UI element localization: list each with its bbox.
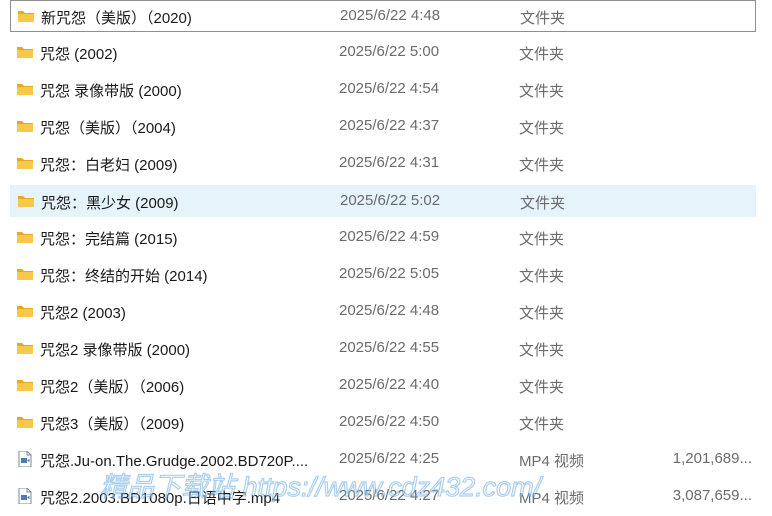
- file-date: 2025/6/22 4:48: [339, 302, 440, 319]
- file-date: 2025/6/22 5:05: [339, 265, 440, 282]
- file-name: 咒怨：终结的开始 (2014): [40, 268, 208, 285]
- file-type: 文件夹: [519, 46, 565, 63]
- folder-icon: [16, 303, 34, 319]
- file-name: 新咒怨（美版）（2020): [41, 10, 192, 27]
- file-date: 2025/6/22 4:55: [339, 339, 440, 356]
- folder-icon: [16, 44, 34, 60]
- file-date: 2025/6/22 4:37: [339, 117, 440, 134]
- file-row[interactable]: 咒怨 (2002) 2025/6/22 5:00 文件夹: [10, 37, 756, 69]
- file-date: 2025/6/22 4:48: [340, 7, 441, 24]
- file-name: 咒怨2（美版）（2006): [40, 379, 185, 396]
- file-name: 咒怨2 (2003): [40, 305, 126, 322]
- folder-icon: [16, 340, 34, 356]
- file-row[interactable]: 咒怨2 (2003) 2025/6/22 4:48 文件夹: [10, 296, 756, 328]
- folder-icon: [16, 81, 34, 97]
- video-file-icon: [16, 450, 34, 468]
- file-row[interactable]: 咒怨：黑少女 (2009) 2025/6/22 5:02 文件夹: [10, 185, 756, 217]
- file-row[interactable]: 咒怨（美版）（2004) 2025/6/22 4:37 文件夹: [10, 111, 756, 143]
- file-type: 文件夹: [519, 157, 565, 174]
- file-date: 2025/6/22 5:02: [340, 192, 441, 209]
- file-row[interactable]: 咒怨 录像带版 (2000) 2025/6/22 4:54 文件夹: [10, 74, 756, 106]
- file-row[interactable]: 新咒怨（美版）（2020) 2025/6/22 4:48 文件夹: [10, 0, 756, 32]
- file-date: 2025/6/22 4:59: [339, 228, 440, 245]
- file-type: 文件夹: [519, 120, 565, 137]
- file-row[interactable]: 咒怨2（美版）（2006) 2025/6/22 4:40 文件夹: [10, 370, 756, 402]
- file-row[interactable]: 咒怨：白老妇 (2009) 2025/6/22 4:31 文件夹: [10, 148, 756, 180]
- file-name: 咒怨（美版）（2004): [40, 120, 176, 137]
- file-type: MP4 视频: [519, 453, 585, 470]
- file-date: 2025/6/22 4:25: [339, 450, 440, 467]
- folder-icon: [17, 8, 35, 24]
- file-name: 咒怨：白老妇 (2009): [40, 157, 178, 174]
- file-row[interactable]: 咒怨：完结篇 (2015) 2025/6/22 4:59 文件夹: [10, 222, 756, 254]
- file-type: 文件夹: [519, 416, 565, 433]
- file-type: 文件夹: [519, 305, 565, 322]
- folder-icon: [16, 266, 34, 282]
- file-list: 新咒怨（美版）（2020) 2025/6/22 4:48 文件夹 咒怨 (2002) 2…: [0, 0, 772, 516]
- file-size: 3,087,659...: [672, 487, 752, 504]
- file-name: 咒怨：黑少女 (2009): [41, 195, 179, 212]
- file-row[interactable]: 咒怨：终结的开始 (2014) 2025/6/22 5:05 文件夹: [10, 259, 756, 291]
- folder-icon: [16, 118, 34, 134]
- file-type: 文件夹: [519, 231, 565, 248]
- file-size: 1,201,689...: [672, 450, 752, 467]
- folder-icon: [16, 377, 34, 393]
- file-type: 文件夹: [519, 342, 565, 359]
- file-type: 文件夹: [520, 10, 566, 27]
- folder-icon: [16, 155, 34, 171]
- file-row[interactable]: 咒怨2.2003.BD1080p.日语中字.mp4 2025/6/22 4:27 M…: [10, 481, 756, 513]
- file-date: 2025/6/22 5:00: [339, 43, 440, 60]
- file-name: 咒怨：完结篇 (2015): [40, 231, 178, 248]
- folder-icon: [17, 193, 35, 209]
- file-row[interactable]: 咒怨.Ju-on.The.Grudge.2002.BD720P.... 2025/…: [10, 444, 756, 476]
- file-type: MP4 视频: [519, 490, 585, 507]
- file-type: 文件夹: [519, 268, 565, 285]
- file-date: 2025/6/22 4:40: [339, 376, 440, 393]
- file-type: 文件夹: [520, 195, 566, 212]
- video-file-icon: [16, 487, 34, 505]
- file-name: 咒怨2 录像带版 (2000): [40, 342, 191, 359]
- file-date: 2025/6/22 4:27: [339, 487, 440, 504]
- file-name: 咒怨 (2002): [40, 46, 118, 63]
- folder-icon: [16, 229, 34, 245]
- file-name: 咒怨.Ju-on.The.Grudge.2002.BD720P....: [40, 453, 309, 470]
- file-type: 文件夹: [519, 83, 565, 100]
- file-date: 2025/6/22 4:31: [339, 154, 440, 171]
- file-date: 2025/6/22 4:54: [339, 80, 440, 97]
- file-type: 文件夹: [519, 379, 565, 396]
- file-row[interactable]: 咒怨2 录像带版 (2000) 2025/6/22 4:55 文件夹: [10, 333, 756, 365]
- folder-icon: [16, 414, 34, 430]
- file-row[interactable]: 咒怨3（美版）（2009) 2025/6/22 4:50 文件夹: [10, 407, 756, 439]
- file-name: 咒怨 录像带版 (2000): [40, 83, 182, 100]
- file-name: 咒怨2.2003.BD1080p.日语中字.mp4: [40, 490, 281, 507]
- file-date: 2025/6/22 4:50: [339, 413, 440, 430]
- file-name: 咒怨3（美版）（2009): [40, 416, 185, 433]
